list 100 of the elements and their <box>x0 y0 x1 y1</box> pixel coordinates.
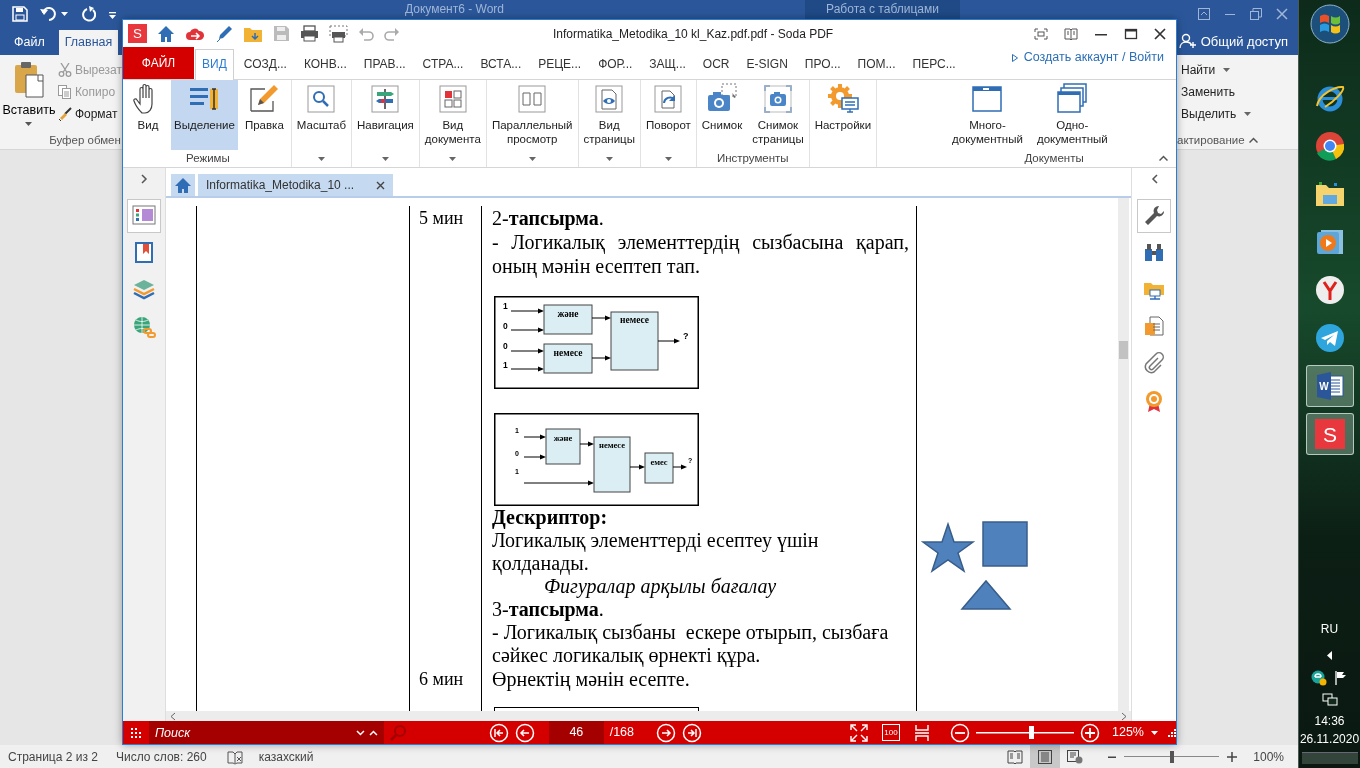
start-icon[interactable] <box>1309 4 1350 44</box>
reading-mode-icon[interactable] <box>1064 27 1078 40</box>
ribbon-tab[interactable]: ПРО... <box>797 49 848 79</box>
ribbon-button[interactable]: Настройки <box>811 80 875 150</box>
ribbon-button[interactable]: Навигация <box>354 80 417 150</box>
previous-page-icon[interactable] <box>515 722 535 743</box>
language-label[interactable]: казахский <box>258 747 314 766</box>
scroll-left-icon[interactable] <box>170 711 176 721</box>
scan-icon[interactable] <box>329 24 348 43</box>
next-page-icon[interactable] <box>656 722 676 743</box>
ribbon-tab[interactable]: ПЕРС... <box>905 49 963 79</box>
caret-icon[interactable] <box>317 156 325 161</box>
account-link[interactable]: Создать аккаунт / Войти <box>1011 48 1176 79</box>
read-mode-icon[interactable] <box>1007 749 1024 764</box>
caret-icon[interactable] <box>528 156 536 161</box>
ribbon-tab[interactable]: Файл <box>0 30 59 55</box>
caret-icon[interactable] <box>605 156 613 161</box>
view-button[interactable] <box>1030 745 1061 768</box>
app-logo[interactable]: S <box>128 24 147 43</box>
collapse-panel-icon[interactable] <box>1150 174 1158 184</box>
ribbon-button[interactable]: Снимок страницы <box>749 80 807 150</box>
close-icon[interactable] <box>1154 27 1166 40</box>
page-count[interactable]: Страница 2 из 2 <box>0 747 98 766</box>
ribbon-tab[interactable]: ЗАЩ... <box>642 49 693 79</box>
network-icon[interactable] <box>1321 692 1338 707</box>
redo-icon[interactable] <box>80 6 96 22</box>
antivirus-icon[interactable] <box>1310 670 1327 686</box>
save-icon[interactable] <box>12 6 28 22</box>
caret-icon[interactable] <box>1151 730 1158 735</box>
maximize-icon[interactable] <box>1124 27 1138 40</box>
caret-icon[interactable] <box>381 156 389 161</box>
ribbon-button[interactable]: Снимок <box>698 80 746 150</box>
share-button[interactable]: Общий доступ <box>1178 31 1298 55</box>
ribbon-button[interactable]: Поворот <box>642 80 694 150</box>
caret-icon[interactable] <box>449 156 457 161</box>
ribbon-command[interactable]: Выделить <box>1181 103 1298 125</box>
clock-time[interactable]: 14:36 <box>1314 712 1345 730</box>
ribbon-button[interactable]: Вид страницы <box>580 80 638 150</box>
expand-icon[interactable] <box>140 174 148 184</box>
ribbon-button[interactable]: Вид <box>129 80 167 150</box>
ribbon-button[interactable]: Правка <box>241 80 287 150</box>
ribbon-button[interactable]: Масштаб <box>293 80 349 150</box>
ribbon-button[interactable]: Одно- документный <box>1033 80 1111 150</box>
taskbar-app[interactable]: W <box>1305 365 1354 407</box>
ribbon-tab[interactable]: OCR <box>695 49 737 79</box>
ribbon-command[interactable]: Формат <box>57 103 122 125</box>
ribbon-tab[interactable]: ПРАВ... <box>356 49 413 79</box>
language-indicator[interactable]: RU <box>1320 620 1339 638</box>
slider-thumb[interactable] <box>1028 726 1034 739</box>
panel-button[interactable] <box>1137 199 1171 233</box>
ribbon-button[interactable]: Много- документный <box>949 80 1026 150</box>
flag-icon[interactable] <box>1332 670 1349 686</box>
close-icon[interactable] <box>376 180 386 190</box>
taskbar-app[interactable]: S <box>1305 413 1354 455</box>
caret-icon[interactable] <box>664 156 672 161</box>
ribbon-tab[interactable]: ФАЙЛ <box>123 47 194 79</box>
ribbon-tab[interactable]: КОНВ... <box>296 49 354 79</box>
scrollbar-thumb[interactable] <box>1119 341 1128 359</box>
next-result-icon[interactable] <box>356 729 366 736</box>
paste-button[interactable]: Вставить <box>0 55 58 132</box>
ribbon-button[interactable]: Вид документа <box>421 80 484 150</box>
proofing-icon[interactable] <box>226 749 243 765</box>
ribbon-options-icon[interactable] <box>1198 8 1210 20</box>
ribbon-tab[interactable]: ПОМ... <box>850 49 903 79</box>
collapse-icon[interactable] <box>1248 137 1258 144</box>
zoom-in-icon[interactable] <box>1227 751 1238 762</box>
fullscreen-icon[interactable] <box>1034 27 1048 40</box>
ribbon-tab[interactable]: ВСТА... <box>473 49 529 79</box>
web-layout-icon[interactable] <box>1067 749 1084 764</box>
app-logo[interactable]: S <box>1314 419 1345 449</box>
scrollbar[interactable] <box>166 711 1131 721</box>
first-page-icon[interactable] <box>489 722 509 743</box>
fit-width-icon[interactable] <box>914 723 930 742</box>
ribbon-tab[interactable]: РЕЦЕ... <box>531 49 589 79</box>
word-count[interactable]: Число слов: 260 <box>115 747 207 766</box>
slider-thumb[interactable] <box>1169 750 1174 763</box>
last-page-icon[interactable] <box>682 722 702 743</box>
pen-icon[interactable] <box>215 24 233 43</box>
ribbon-button[interactable]: Выделение <box>171 80 238 150</box>
document-tab[interactable]: Informatika_Metodika_10 ... <box>198 174 394 196</box>
ribbon-command[interactable]: Заменить <box>1181 81 1298 103</box>
ribbon-tab[interactable]: ВИД <box>195 49 234 80</box>
ribbon-command[interactable]: Найти <box>1181 59 1298 81</box>
undo-icon[interactable] <box>40 6 58 22</box>
caret-icon[interactable] <box>61 12 68 16</box>
clock-date[interactable]: 26.11.2020 <box>1299 730 1360 748</box>
zoom-level[interactable]: 100% <box>1253 747 1284 766</box>
home-tab[interactable] <box>171 174 195 196</box>
zoom-out-icon[interactable] <box>950 722 970 743</box>
collapse-icon[interactable] <box>1159 155 1168 161</box>
zoom-level[interactable]: 125% <box>1112 723 1144 742</box>
printer-icon[interactable] <box>300 25 319 42</box>
home-icon[interactable] <box>157 24 175 43</box>
ribbon-tab[interactable]: E-SIGN <box>739 49 795 79</box>
scrollbar[interactable] <box>1118 198 1129 711</box>
ribbon-button[interactable]: Параллельный просмотр <box>488 80 576 150</box>
page-field[interactable]: 46 <box>549 721 604 744</box>
print-layout-icon[interactable] <box>1037 749 1054 764</box>
ribbon-tab[interactable]: СТРА... <box>415 49 471 79</box>
show-hidden-icons-icon[interactable] <box>1326 651 1333 661</box>
